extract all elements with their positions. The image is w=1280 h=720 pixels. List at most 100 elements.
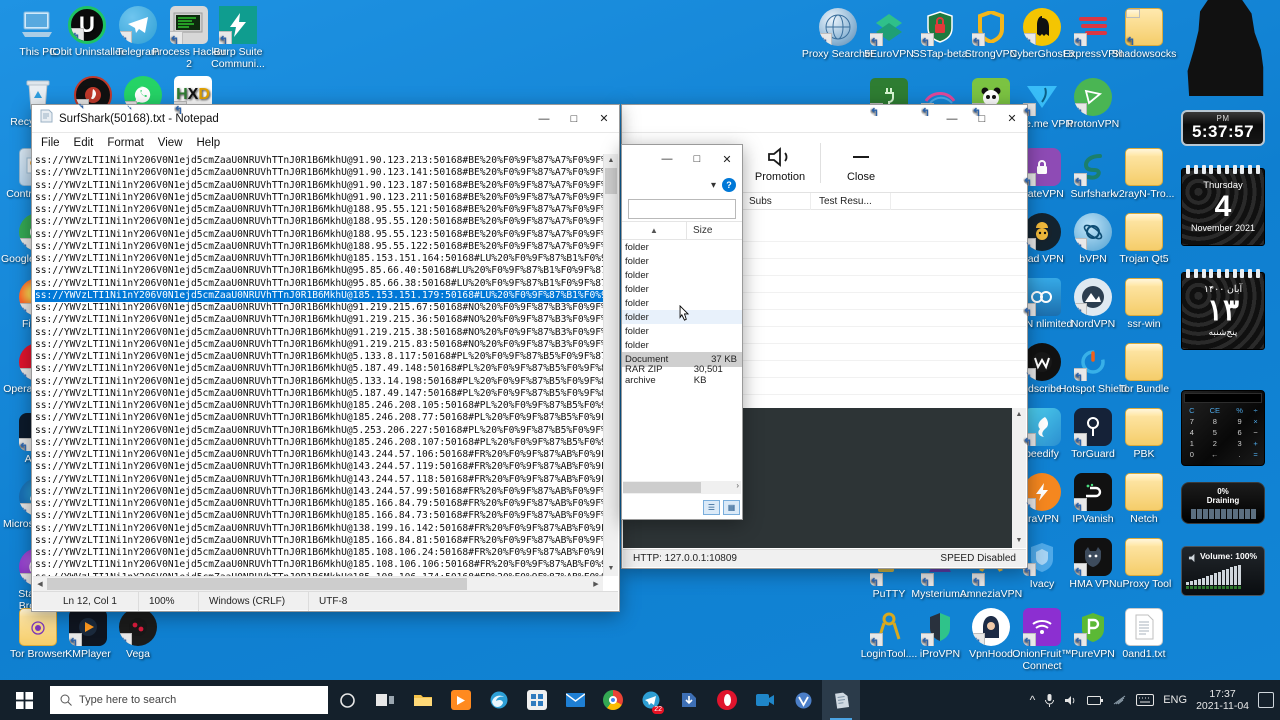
cortana-icon[interactable] <box>328 680 366 720</box>
task-view-icon[interactable] <box>366 680 404 720</box>
desktop-icon-ssr-win[interactable]: ssr-win <box>1106 278 1182 331</box>
system-tray[interactable]: ^ ENG 17:37 2021-11-04 <box>1030 688 1280 712</box>
console-scrollbar[interactable]: ▲ ▼ <box>1012 408 1026 548</box>
maximize-button[interactable]: □ <box>559 105 589 133</box>
desktop-icon-pbk[interactable]: PBK <box>1106 408 1182 461</box>
window-controls[interactable]: — □ ✕ <box>529 105 619 133</box>
desktop-icon-tor-bundle[interactable]: Tor Bundle <box>1106 343 1182 396</box>
calc-key[interactable]: = <box>1249 449 1262 460</box>
menu-edit[interactable]: Edit <box>74 137 94 149</box>
menu-file[interactable]: File <box>41 137 60 149</box>
camera-icon[interactable] <box>746 680 784 720</box>
horizontal-scrollbar[interactable]: › <box>623 481 741 494</box>
start-button[interactable] <box>0 680 48 720</box>
menu-view[interactable]: View <box>158 137 183 149</box>
scroll-right-arrow[interactable]: ▶ <box>589 577 603 591</box>
media-player-icon[interactable] <box>442 680 480 720</box>
network-wifi-icon[interactable] <box>1112 694 1127 706</box>
battery-icon[interactable] <box>1087 695 1104 706</box>
calc-key[interactable]: − <box>1249 427 1262 438</box>
promotion-button[interactable]: Promotion <box>744 143 816 183</box>
calculator-keys[interactable]: C CE% ÷ 7 8 9 × 4 5 6− 1 2 3 + 0 ←. = <box>1184 405 1262 460</box>
calc-key[interactable]: + <box>1249 438 1262 449</box>
calc-key[interactable]: 5 <box>1200 427 1230 438</box>
notepad-icon[interactable] <box>822 680 860 720</box>
menu-help[interactable]: Help <box>197 137 221 149</box>
calc-key[interactable]: 4 <box>1184 427 1200 438</box>
calc-key[interactable]: × <box>1249 416 1262 427</box>
calc-key[interactable]: 0 <box>1184 449 1200 460</box>
calc-key[interactable]: ← <box>1200 449 1230 460</box>
preview-pane-button[interactable]: ▦ <box>723 500 740 515</box>
desktop-icon-shadowsocks[interactable]: Shadowsocks <box>1106 8 1182 61</box>
dialog-titlebar[interactable]: — □ ✕ <box>622 145 742 173</box>
list-item[interactable]: folder <box>622 338 742 352</box>
scroll-right-arrow[interactable]: › <box>736 481 739 490</box>
notepad-vertical-scrollbar[interactable]: ▲ ▼ <box>603 154 618 576</box>
calc-key[interactable]: % <box>1230 405 1249 416</box>
scroll-up-arrow[interactable]: ▲ <box>1012 408 1026 422</box>
scroll-down-arrow[interactable]: ▼ <box>604 562 618 576</box>
volume-icon[interactable] <box>1064 694 1078 707</box>
show-hidden-icons-chevron[interactable]: ^ <box>1030 693 1036 707</box>
desktop-icon-uproxy-tool[interactable]: uProxy Tool <box>1106 538 1182 591</box>
window-controls[interactable]: — □ ✕ <box>652 145 742 173</box>
menu-format[interactable]: Format <box>107 137 143 149</box>
calc-key[interactable]: 9 <box>1230 416 1249 427</box>
close-button[interactable]: ✕ <box>712 145 742 173</box>
window-controls[interactable]: — □ ✕ <box>937 105 1027 133</box>
idm-icon[interactable] <box>670 680 708 720</box>
microsoft-store-icon[interactable] <box>518 680 556 720</box>
chevron-down-icon[interactable]: ▾ <box>711 180 716 191</box>
list-item[interactable]: folder <box>622 268 742 282</box>
minimize-button[interactable]: — <box>652 145 682 173</box>
calc-key[interactable]: 3 <box>1230 438 1249 449</box>
calc-key[interactable]: 6 <box>1230 427 1249 438</box>
column-test-result[interactable]: Test Resu... <box>810 192 890 210</box>
calculator-widget[interactable]: C CE% ÷ 7 8 9 × 4 5 6− 1 2 3 + 0 ←. = <box>1181 390 1265 466</box>
view-mode-buttons[interactable]: ☰ ▦ <box>703 500 740 515</box>
details-view-button[interactable]: ☰ <box>703 500 720 515</box>
minimize-button[interactable]: — <box>529 105 559 133</box>
chrome-icon[interactable] <box>594 680 632 720</box>
scroll-up-arrow[interactable]: ▲ <box>604 154 618 168</box>
help-icon[interactable]: ? <box>722 178 736 192</box>
close-action-button[interactable]: Close <box>825 143 897 183</box>
file-list-header[interactable]: ▲ Size <box>622 221 742 240</box>
opera-icon[interactable] <box>708 680 746 720</box>
action-center-icon[interactable] <box>1258 692 1274 708</box>
list-item[interactable]: folder <box>622 282 742 296</box>
desktop-icon-v2rayn-trojan[interactable]: v2rayN-Tro... <box>1106 148 1182 201</box>
minimize-button[interactable]: — <box>937 105 967 133</box>
calc-key[interactable]: 7 <box>1184 416 1200 427</box>
list-item[interactable]: RAR ZIP archive 30,501 KB <box>622 364 742 386</box>
dialog-toolbar[interactable]: ▾ ? <box>622 173 742 197</box>
telegram-icon[interactable]: 22 <box>632 680 670 720</box>
list-item[interactable]: folder <box>622 324 742 338</box>
keyboard-icon[interactable] <box>1136 694 1155 706</box>
sort-ascending-icon[interactable]: ▲ <box>622 226 686 235</box>
calc-key[interactable]: CE <box>1200 405 1230 416</box>
notepad-text-area[interactable]: ss://YWVzLTI1Ni1nY206V0N1ejd5cmZaaU0NRUV… <box>33 154 603 576</box>
tray-clock[interactable]: 17:37 2021-11-04 <box>1196 688 1249 712</box>
column-size[interactable]: Size <box>686 221 742 240</box>
list-item[interactable]: folder <box>622 254 742 268</box>
column-subs[interactable]: Subs <box>740 192 810 210</box>
close-button[interactable]: ✕ <box>589 105 619 133</box>
desktop-icon-trojan-qt5[interactable]: Trojan Qt5 <box>1106 213 1182 266</box>
search-input[interactable]: Type here to search <box>50 686 328 714</box>
scrollbar-thumb[interactable] <box>605 168 617 194</box>
scroll-down-arrow[interactable]: ▼ <box>1012 534 1026 548</box>
calc-key[interactable]: . <box>1230 449 1249 460</box>
calc-key[interactable]: C <box>1184 405 1200 416</box>
scrollbar-thumb[interactable] <box>47 578 467 590</box>
notepad-menubar[interactable]: File Edit Format View Help <box>32 133 619 153</box>
calc-key[interactable]: 1 <box>1184 438 1200 449</box>
taskbar[interactable]: Type here to search 22 ^ ENG 17:37 2021-… <box>0 680 1280 720</box>
calc-key[interactable]: 2 <box>1200 438 1230 449</box>
notepad-titlebar[interactable]: SurfShark(50168).txt - Notepad — □ ✕ <box>32 105 619 133</box>
mail-icon[interactable] <box>556 680 594 720</box>
v2rayn-icon[interactable] <box>784 680 822 720</box>
desktop[interactable]: This PC U IObit Uninstaller Telegram Pro… <box>0 0 1280 680</box>
edge-icon[interactable] <box>480 680 518 720</box>
